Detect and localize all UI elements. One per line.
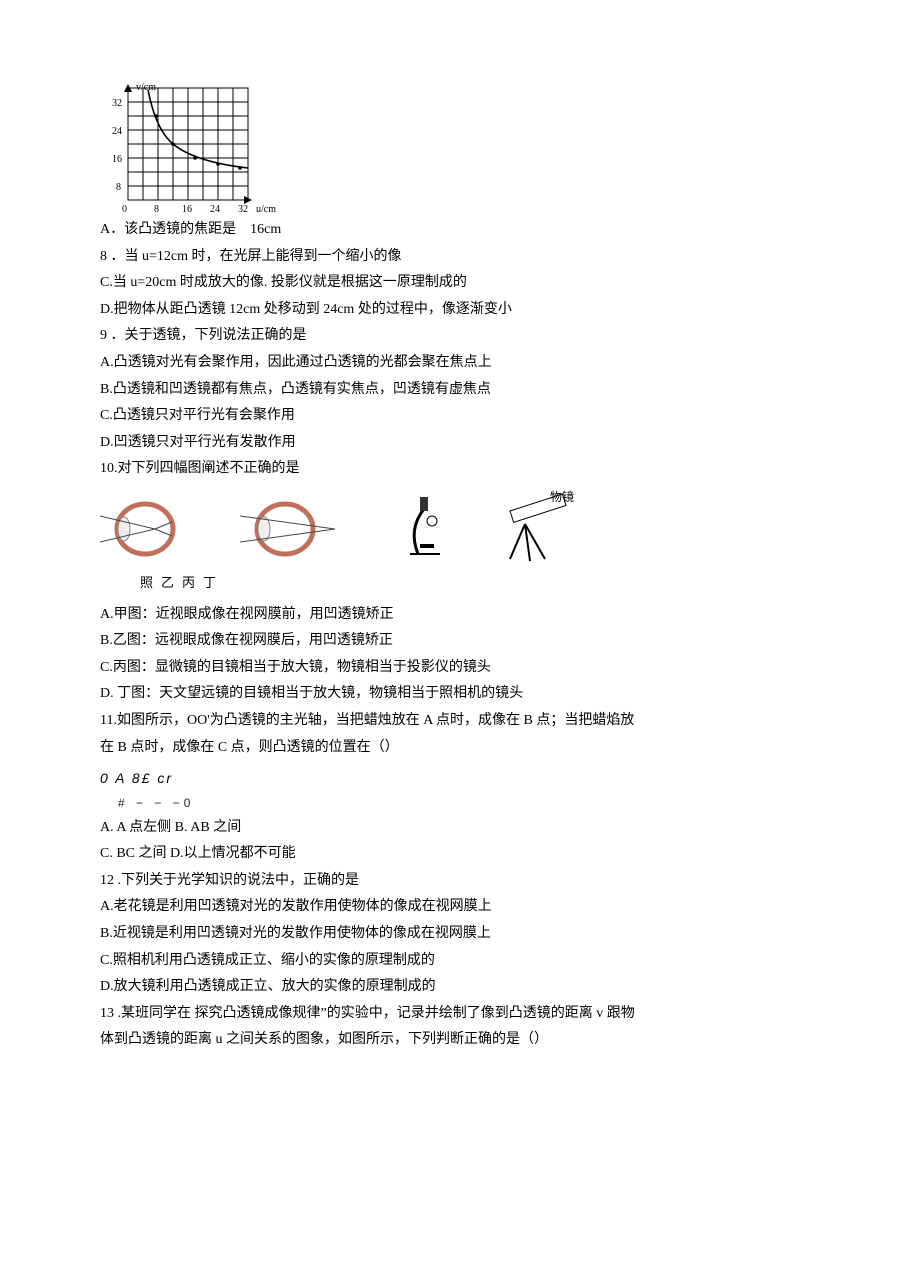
q8-option-b: 8 ．当 u=12cm 时，在光屏上能得到一个缩小的像: [100, 244, 880, 271]
q9-option-a: A.凸透镜对光有会聚作用，因此通过凸透镜的光都会聚在焦点上: [100, 350, 880, 377]
ytick-24: 24: [112, 126, 122, 137]
q11-stem-2: 在 B 点时，成像在 C 点，则凸透镜的位置在（）: [100, 735, 880, 762]
q8-option-d: D.把物体从距凸透镜 12cm 处移动到 24cm 处的过程中，像逐渐变小: [100, 297, 880, 324]
q12-stem: 12 .下列关于光学知识的说法中，正确的是: [100, 868, 880, 895]
ylabel: v/cm: [136, 82, 156, 93]
q10-option-c: C.丙图：显微镜的目镜相当于放大镜，物镜相当于投影仪的镜头: [100, 655, 880, 682]
uv-chart: 32 24 16 8 0 8 16 24 32 v/cm u/cm: [100, 80, 280, 215]
q10-option-a: A.甲图：近视眼成像在视网膜前，用凹透镜矫正: [100, 602, 880, 629]
q11-options-cd: C. BC 之间 D.以上情况都不可能: [100, 841, 880, 868]
svg-text:24: 24: [210, 204, 220, 215]
q11-stem-1: 11.如图所示，OO'为凸透镜的主光轴，当把蜡烛放在 A 点时，成像在 B 点；…: [100, 708, 880, 735]
ytick-32: 32: [112, 98, 122, 109]
q12-option-b: B.近视镜是利用凹透镜对光的发散作用使物体的像成在视网膜上: [100, 921, 880, 948]
q8-option-a: A．该凸透镜的焦距是 16cm: [100, 217, 880, 244]
svg-text:0: 0: [122, 204, 127, 215]
q9-stem: 9 ．关于透镜，下列说法正确的是: [100, 323, 880, 350]
eye-diagram-hyperopia: [240, 494, 360, 564]
eye-diagram-myopia: [100, 494, 210, 564]
xlabel: u/cm: [256, 204, 276, 215]
q9-option-c: C.凸透镜只对平行光有会聚作用: [100, 403, 880, 430]
q9-option-b: B.凸透镜和凹透镜都有焦点，凸透镜有实焦点，凹透镜有虚焦点: [100, 377, 880, 404]
q10-option-d: D. 丁图：天文望远镜的目镜相当于放大镜，物镜相当于照相机的镜头: [100, 681, 880, 708]
q11-diagram-line: 0 A 8£ cr: [100, 765, 880, 792]
q10-caption: 照乙丙丁: [140, 571, 880, 596]
q9-option-d: D.凹透镜只对平行光有发散作用: [100, 430, 880, 457]
telescope-icon: 物镜: [490, 489, 590, 569]
q11-diagram-sub: # − − −0: [118, 792, 880, 815]
q11-options-ab: A. A 点左侧 B. AB 之间: [100, 815, 880, 842]
ytick-16: 16: [112, 154, 122, 165]
svg-text:8: 8: [154, 204, 159, 215]
q10-option-b: B.乙图：远视眼成像在视网膜后，用凹透镜矫正: [100, 628, 880, 655]
q12-option-d: D.放大镜利用凸透镜成正立、放大的实像的原理制成的: [100, 974, 880, 1001]
q10-figure-row: 物镜: [100, 489, 880, 569]
q13-stem-1: 13 .某班同学在 探究凸透镜成像规律”的实验中，记录并绘制了像到凸透镜的距离 …: [100, 1001, 880, 1028]
q8-option-c: C.当 u=20cm 时成放大的像. 投影仪就是根据这一原理制成的: [100, 270, 880, 297]
q12-option-c: C.照相机利用凸透镜成正立、缩小的实像的原理制成的: [100, 948, 880, 975]
q13-stem-2: 体到凸透镜的距离 u 之间关系的图象，如图所示，下列判断正确的是（）: [100, 1027, 880, 1054]
q12-option-a: A.老花镜是利用凹透镜对光的发散作用使物体的像成在视网膜上: [100, 894, 880, 921]
svg-text:32: 32: [238, 204, 248, 215]
microscope-icon: [390, 489, 460, 569]
svg-text:16: 16: [182, 204, 192, 215]
q10-stem: 10.对下列四幅图阐述不正确的是: [100, 456, 880, 483]
ytick-8: 8: [116, 182, 121, 193]
